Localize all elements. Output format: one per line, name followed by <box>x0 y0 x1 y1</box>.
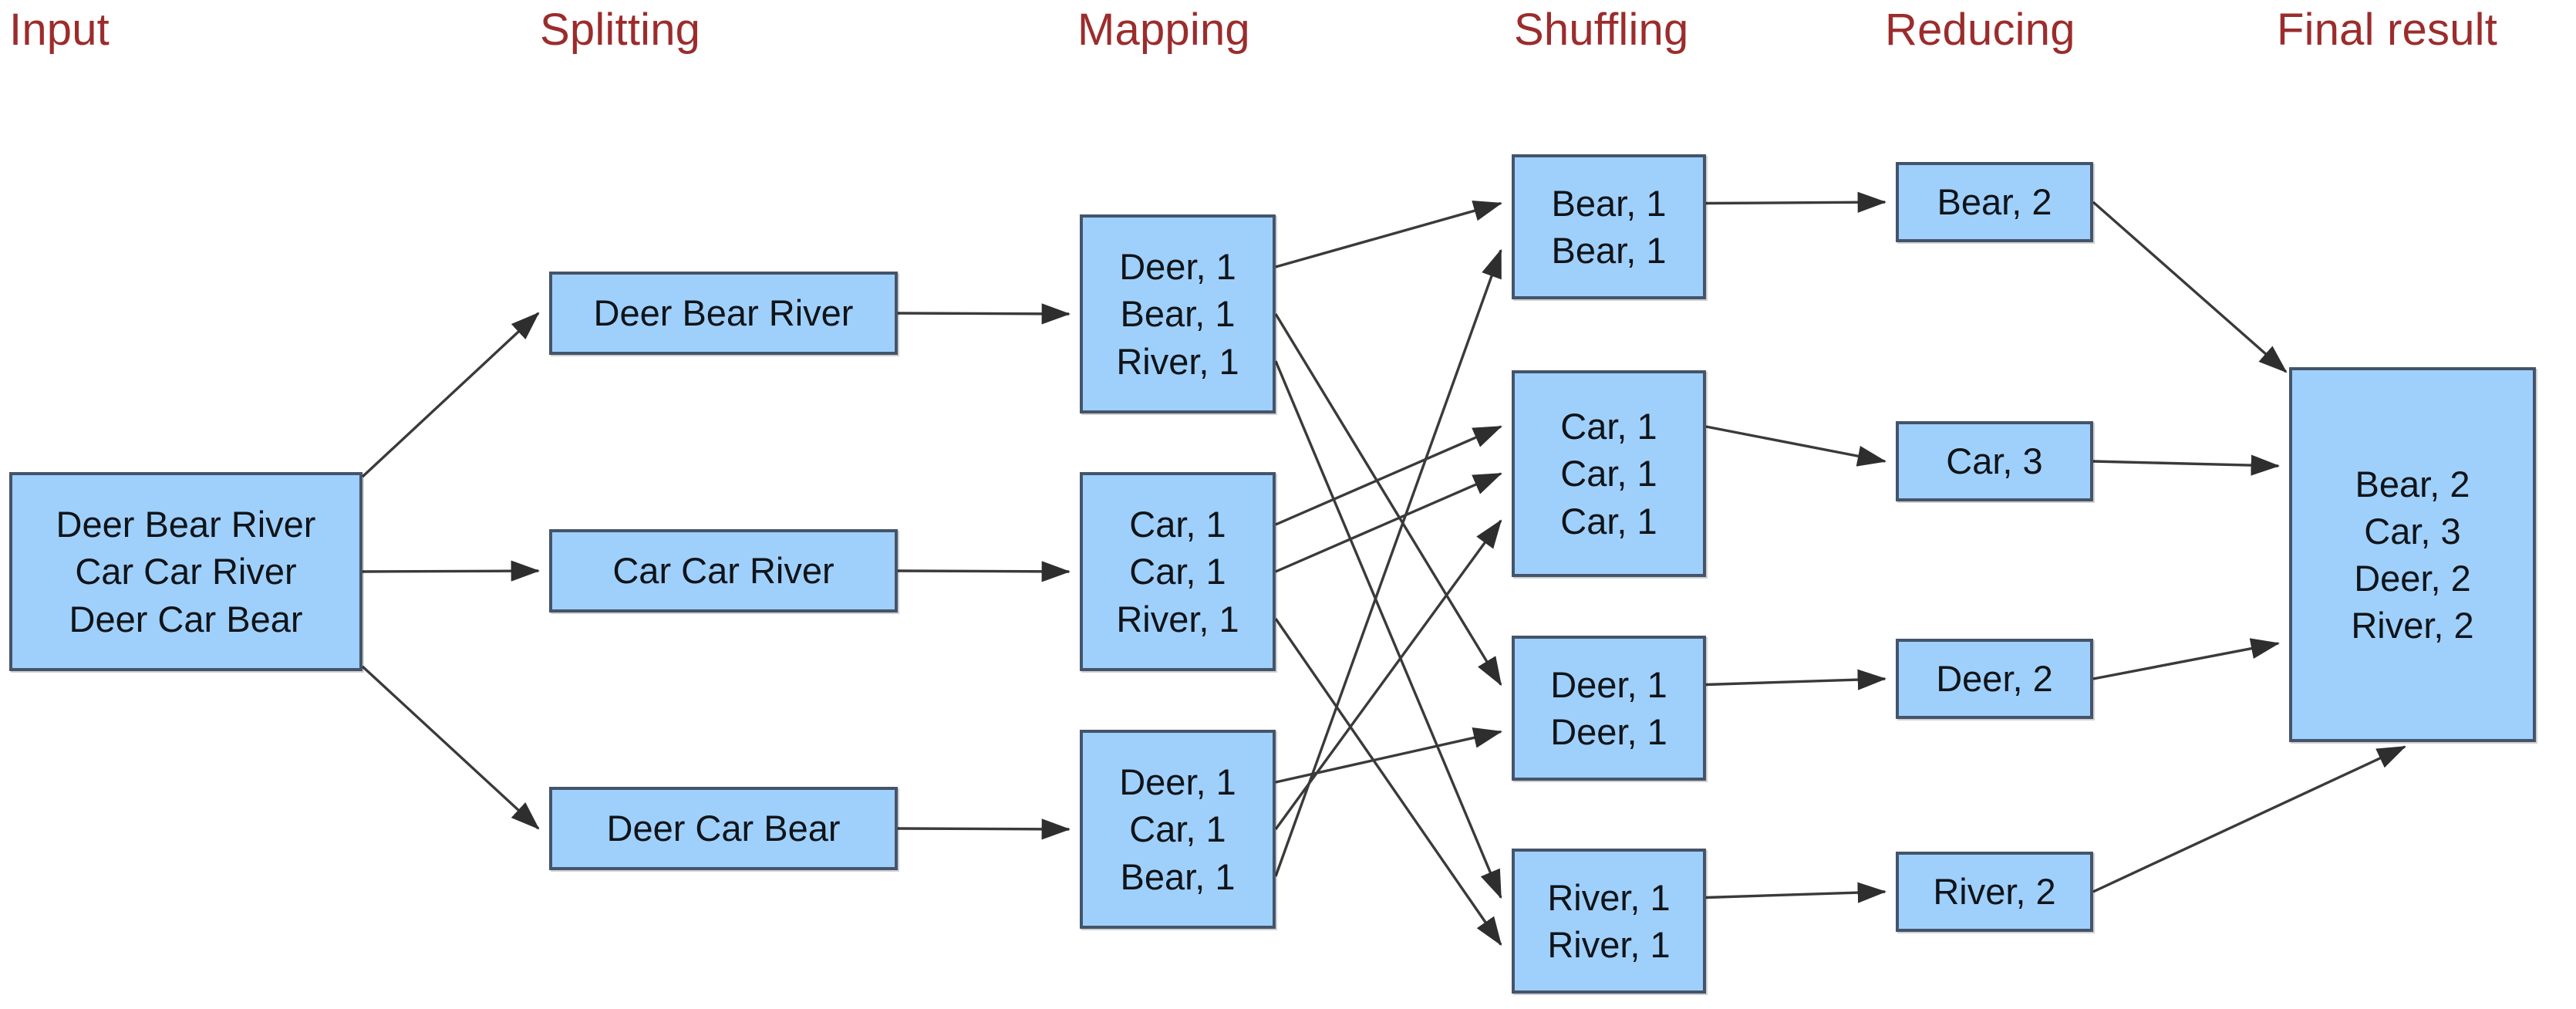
box-line: Deer, 2 <box>2354 558 2471 599</box>
connector-arrow <box>1274 248 1502 877</box>
box-line: Car, 3 <box>2364 510 2461 552</box>
connector-arrow <box>1705 669 1887 690</box>
column-header-mapping: Mapping <box>1077 5 1250 55</box>
box-line: Deer Bear River <box>593 292 854 334</box>
reduce-box-car: Car, 3 <box>1896 421 2093 501</box>
box-line: Car, 1 <box>1129 551 1226 592</box>
box-line: Bear, 1 <box>1551 182 1667 224</box>
box-line: Car, 1 <box>1129 808 1226 850</box>
box-line: River, 2 <box>1933 871 2056 913</box>
box-line: Car, 3 <box>1946 440 2043 482</box>
connector-arrow <box>2092 201 2288 373</box>
connector-arrow <box>1274 313 1502 687</box>
box-line: Deer, 2 <box>1936 658 2053 700</box>
shuffle-box-deer: Deer, 1 Deer, 1 <box>1512 636 1706 781</box>
box-line: Car, 1 <box>1560 500 1657 542</box>
box-line: Deer Bear River <box>56 504 316 545</box>
box-line: River, 1 <box>1547 876 1671 918</box>
mapreduce-diagram: Input Splitting Mapping Shuffling Reduci… <box>0 0 2576 1009</box>
split-box-3: Deer Car Bear <box>549 787 898 870</box>
box-line: Bear, 1 <box>1120 293 1236 335</box>
shuffle-box-car: Car, 1 Car, 1 Car, 1 <box>1512 370 1706 577</box>
connector-arrow <box>362 560 541 582</box>
connector-arrow <box>1275 425 1502 526</box>
connector-arrow <box>1275 727 1502 784</box>
connector-arrow <box>361 665 540 830</box>
connector-arrow <box>1705 425 1887 467</box>
box-line: Car, 1 <box>1560 406 1657 447</box>
box-line: Car Car River <box>612 550 835 592</box>
connector-arrow <box>897 818 1071 840</box>
box-line: Car Car River <box>75 551 297 592</box>
split-box-1: Deer Bear River <box>549 272 898 355</box>
box-line: Bear, 1 <box>1120 855 1236 897</box>
reduce-box-river: River, 2 <box>1896 852 2093 932</box>
box-line: Bear, 1 <box>1551 230 1667 271</box>
map-box-1: Deer, 1 Bear, 1 River, 1 <box>1080 214 1276 413</box>
connector-arrow <box>1274 519 1502 831</box>
shuffle-box-river: River, 1 River, 1 <box>1512 849 1706 994</box>
connector-arrow <box>1274 618 1502 947</box>
box-line: Car, 1 <box>1560 453 1657 494</box>
connector-arrow <box>2092 745 2406 893</box>
box-line: Deer, 1 <box>1550 711 1667 752</box>
connector-arrow <box>1705 191 1887 213</box>
map-box-3: Deer, 1 Car, 1 Bear, 1 <box>1080 730 1276 929</box>
box-line: River, 1 <box>1116 598 1239 639</box>
connector-arrow <box>1705 882 1887 903</box>
connector-arrow <box>361 312 540 478</box>
box-line: River, 1 <box>1547 924 1671 965</box>
connector-arrow <box>2092 638 2281 680</box>
column-header-splitting: Splitting <box>540 5 701 55</box>
final-result-box: Bear, 2 Car, 3 Deer, 2 River, 2 <box>2289 367 2536 742</box>
edge-layer <box>361 191 2406 947</box>
box-line: River, 1 <box>1116 340 1239 382</box>
split-box-2: Car Car River <box>549 529 898 612</box>
column-header-reducing: Reducing <box>1885 5 2075 55</box>
box-line: Deer Car Bear <box>69 598 303 639</box>
input-box: Deer Bear River Car Car River Deer Car Bea… <box>9 472 362 671</box>
connector-arrow <box>2092 454 2281 476</box>
connector-arrow <box>1275 472 1502 573</box>
column-header-input: Input <box>9 5 110 55</box>
connector-arrow <box>1274 360 1502 899</box>
box-line: Bear, 2 <box>1937 181 2052 223</box>
box-line: Deer, 1 <box>1119 246 1236 288</box>
column-header-shuffling: Shuffling <box>1514 5 1689 55</box>
box-line: Car, 1 <box>1129 504 1226 545</box>
box-line: Deer Car Bear <box>606 808 841 849</box>
map-box-2: Car, 1 Car, 1 River, 1 <box>1080 472 1276 671</box>
box-line: Deer, 1 <box>1119 761 1236 803</box>
box-line: River, 2 <box>2351 605 2474 646</box>
connector-arrow <box>897 303 1071 325</box>
connector-arrow <box>1275 201 1502 268</box>
box-line: Bear, 2 <box>2355 463 2470 504</box>
shuffle-box-bear: Bear, 1 Bear, 1 <box>1512 154 1706 299</box>
reduce-box-bear: Bear, 2 <box>1896 162 2093 242</box>
connector-arrow <box>897 561 1071 582</box>
column-header-final-result: Final result <box>2277 5 2498 55</box>
box-line: Deer, 1 <box>1550 663 1667 705</box>
reduce-box-deer: Deer, 2 <box>1896 639 2093 719</box>
